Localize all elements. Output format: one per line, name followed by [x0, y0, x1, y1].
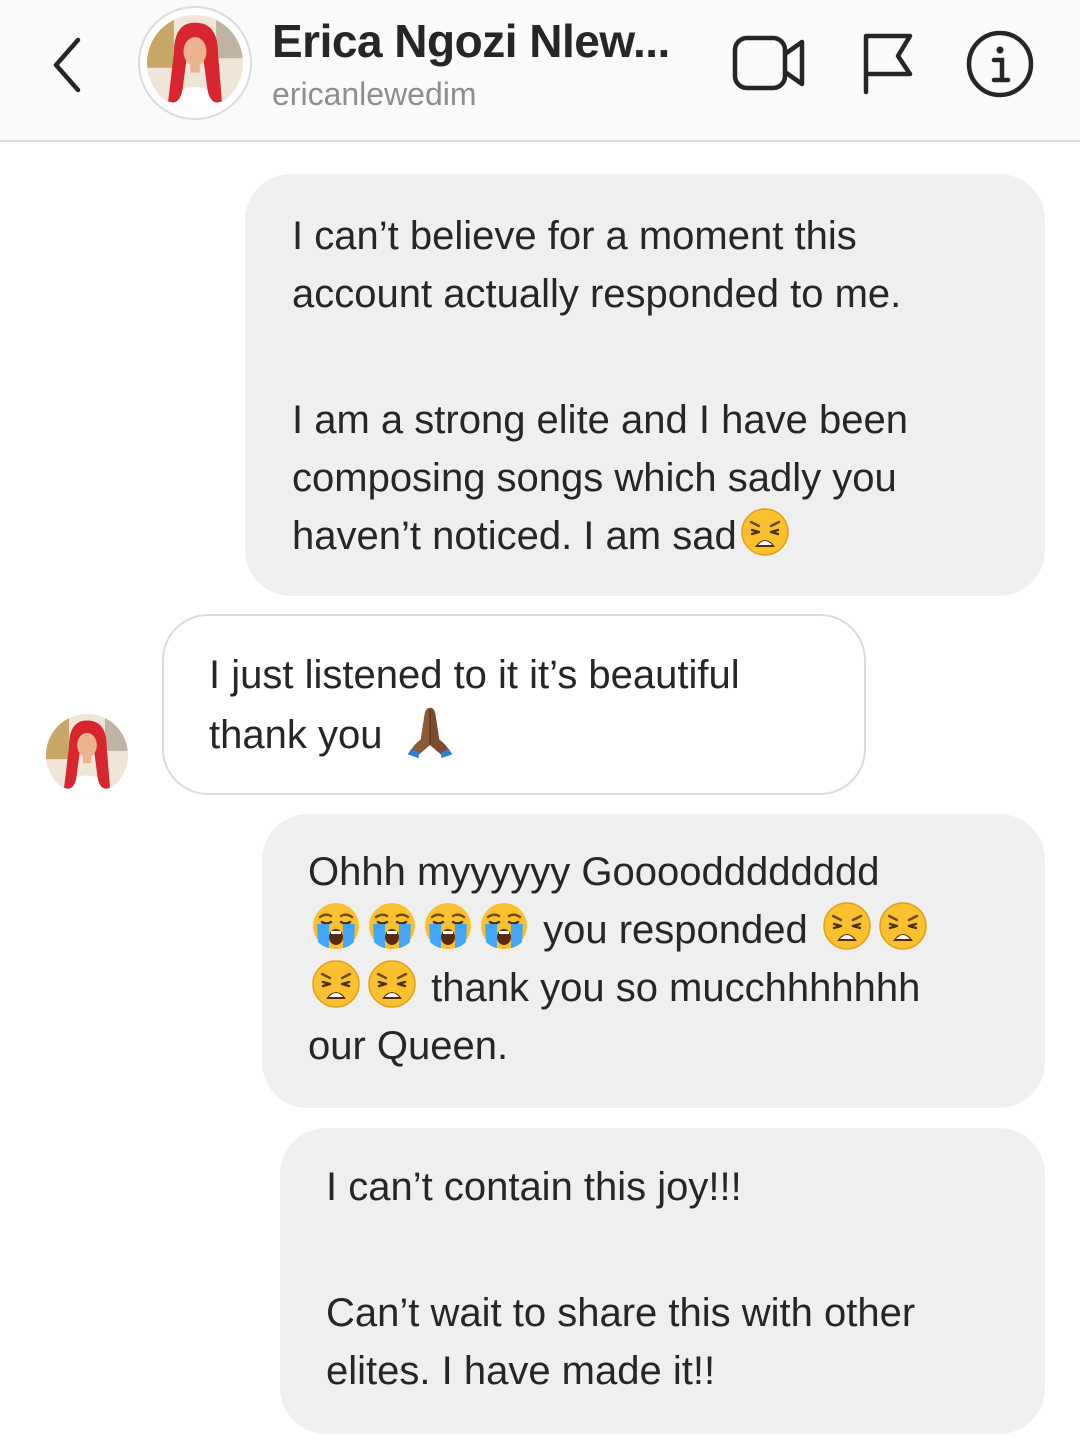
- chevron-left-icon[interactable]: [40, 30, 100, 100]
- message-line: I am a strong elite and I have been: [292, 398, 908, 442]
- message-line: thank you so mucchhhhhhh: [431, 966, 921, 1010]
- message-line: I can’t believe for a moment this: [292, 214, 857, 258]
- message-line: I just listened to it it’s beautiful: [209, 653, 740, 697]
- message-bubble-outgoing[interactable]: I can’t believe for a moment this accoun…: [245, 174, 1045, 596]
- message-line: haven’t noticed. I am sad: [292, 514, 737, 558]
- weary-face-emoji-icon: [311, 959, 361, 1009]
- video-call-icon[interactable]: [730, 28, 808, 98]
- message-line: elites. I have made it!!: [326, 1349, 716, 1393]
- report-flag-icon[interactable]: [858, 28, 918, 98]
- message-line: you responded: [543, 908, 808, 952]
- chat-header: Erica Ngozi Nlew... ericanlewedim: [0, 0, 1080, 142]
- message-bubble-outgoing[interactable]: Ohhh myyyyyy Goooodddddddd you responded…: [262, 814, 1045, 1108]
- message-line: Ohhh myyyyyy Goooodddddddd: [308, 850, 880, 894]
- message-bubble-outgoing[interactable]: I can’t contain this joy!!! Can’t wait t…: [280, 1128, 1045, 1434]
- weary-face-emoji-icon: [878, 901, 928, 951]
- sender-avatar[interactable]: [46, 714, 128, 796]
- message-line: composing songs which sadly you: [292, 456, 897, 500]
- contact-display-name[interactable]: Erica Ngozi Nlew...: [272, 14, 670, 68]
- weary-face-emoji-icon: [740, 507, 790, 557]
- message-bubble-incoming[interactable]: I just listened to it it’s beautiful tha…: [162, 614, 866, 795]
- crying-face-emoji-icon: [311, 901, 361, 951]
- crying-face-emoji-icon: [423, 901, 473, 951]
- info-icon[interactable]: [964, 28, 1036, 100]
- message-line: thank you: [209, 713, 383, 757]
- crying-face-emoji-icon: [367, 901, 417, 951]
- weary-face-emoji-icon: [367, 959, 417, 1009]
- message-line: I can’t contain this joy!!!: [326, 1165, 742, 1209]
- weary-face-emoji-icon: [822, 901, 872, 951]
- message-line: account actually responded to me.: [292, 272, 902, 316]
- message-line: Can’t wait to share this with other: [326, 1291, 916, 1335]
- contact-avatar[interactable]: [138, 6, 252, 120]
- crying-face-emoji-icon: [479, 901, 529, 951]
- message-line: our Queen.: [308, 1024, 509, 1068]
- folded-hands-emoji-icon: [402, 704, 458, 760]
- contact-username[interactable]: ericanlewedim: [272, 76, 477, 113]
